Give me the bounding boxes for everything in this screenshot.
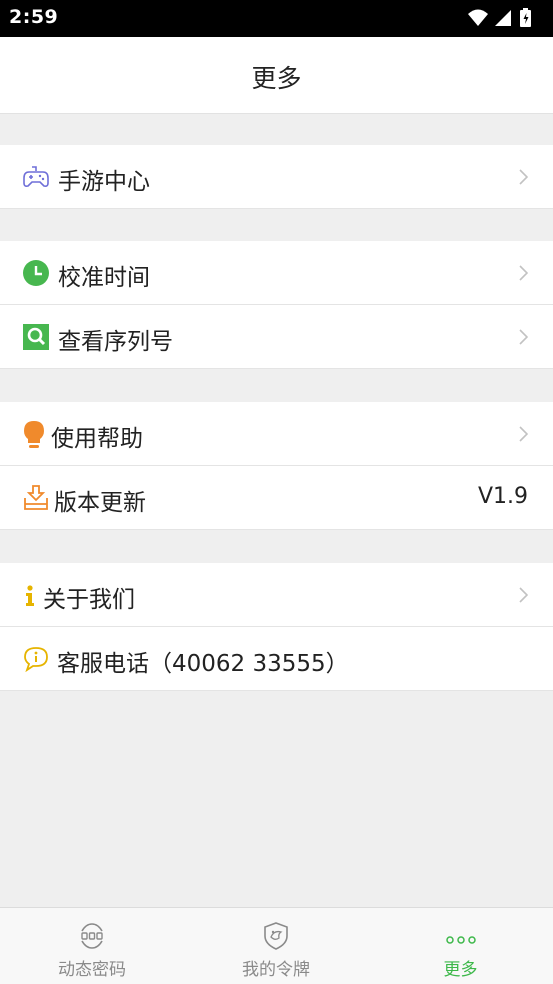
group-support: 使用帮助 版本更新 V1.9 <box>0 402 553 530</box>
more-dots-icon <box>445 930 476 949</box>
chevron-right-icon <box>519 426 529 442</box>
game-center-label: 手游中心 <box>58 169 150 195</box>
chevron-right-icon <box>519 169 529 185</box>
status-time: 2:59 <box>9 6 59 28</box>
shield-icon <box>262 922 290 954</box>
tab-my-token-label: 我的令牌 <box>242 960 310 980</box>
calibrate-time-label: 校准时间 <box>58 265 150 291</box>
menu-item-view-serial[interactable]: 查看序列号 <box>0 305 553 369</box>
menu-item-calibrate-time[interactable]: 校准时间 <box>0 241 553 305</box>
menu-item-help[interactable]: 使用帮助 <box>0 402 553 466</box>
gamepad-icon <box>23 164 49 190</box>
download-update-icon <box>23 485 49 511</box>
search-serial-icon <box>23 324 49 350</box>
lightbulb-icon <box>23 421 49 448</box>
chevron-right-icon <box>519 587 529 603</box>
chevron-right-icon <box>519 329 529 345</box>
bottom-tab-bar: 动态密码 我的令牌 更多 <box>0 907 553 984</box>
status-bar: 2:59 <box>0 0 553 37</box>
tab-dynamic-code-label: 动态密码 <box>58 960 126 980</box>
dynamic-code-icon <box>78 922 106 954</box>
clock-icon <box>23 260 49 286</box>
service-phone-label: 客服电话（40062 33555） <box>57 651 349 677</box>
menu-item-service-phone[interactable]: 客服电话（40062 33555） <box>0 627 553 691</box>
group-games: 手游中心 <box>0 145 553 209</box>
about-us-label: 关于我们 <box>43 587 135 613</box>
status-icons <box>467 8 545 28</box>
group-token: 校准时间 查看序列号 <box>0 241 553 369</box>
battery-icon <box>520 8 531 27</box>
view-serial-label: 查看序列号 <box>58 329 173 355</box>
chat-info-icon <box>23 646 49 673</box>
tab-more[interactable]: 更多 <box>368 908 553 984</box>
menu-item-about-us[interactable]: 关于我们 <box>0 563 553 627</box>
chevron-right-icon <box>519 265 529 281</box>
version-update-label: 版本更新 <box>54 490 146 516</box>
wifi-icon <box>468 9 488 26</box>
tab-my-token[interactable]: 我的令牌 <box>184 908 368 984</box>
help-label: 使用帮助 <box>51 426 143 452</box>
cell-signal-icon <box>495 10 511 26</box>
page-title: 更多 <box>251 64 302 93</box>
tab-more-label: 更多 <box>443 960 478 980</box>
app-header: 更多 <box>0 37 553 114</box>
group-about: 关于我们 客服电话（40062 33555） <box>0 563 553 691</box>
version-value: V1.9 <box>477 484 528 509</box>
tab-dynamic-code[interactable]: 动态密码 <box>0 908 184 984</box>
menu-item-version-update[interactable]: 版本更新 V1.9 <box>0 466 553 530</box>
menu-item-game-center[interactable]: 手游中心 <box>0 145 553 209</box>
